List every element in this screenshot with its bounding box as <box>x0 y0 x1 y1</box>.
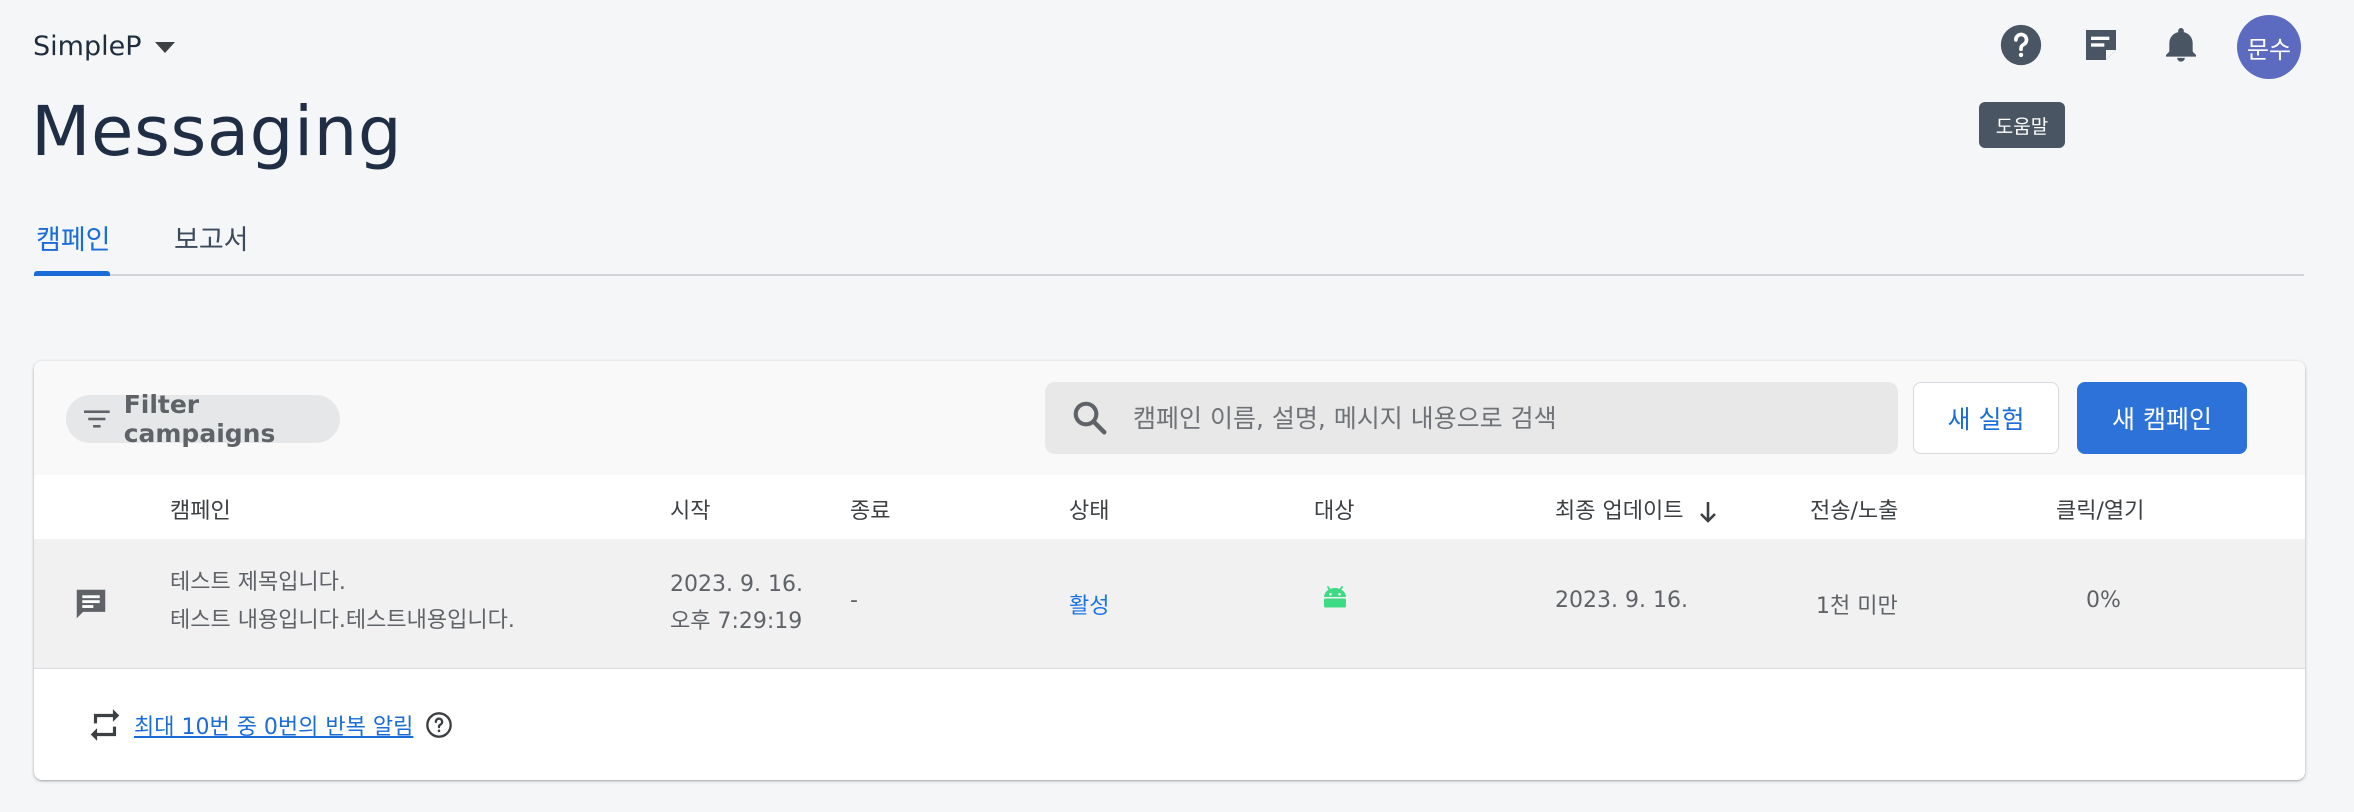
table-row[interactable]: 테스트 제목입니다. 테스트 내용입니다.테스트내용입니다. 2023. 9. … <box>34 539 2305 669</box>
help-button[interactable] <box>1996 20 2046 70</box>
message-icon <box>76 589 106 619</box>
campaign-body: 테스트 내용입니다.테스트내용입니다. <box>170 608 515 633</box>
new-experiment-button[interactable]: 새 실험 <box>1913 382 2059 454</box>
release-notes-button[interactable] <box>2076 20 2126 70</box>
header-campaign[interactable]: 캠페인 <box>170 493 231 525</box>
header-end[interactable]: 종료 <box>850 493 890 525</box>
tab-bar: 캠페인 보고서 <box>34 210 2304 276</box>
page-title: Messaging <box>31 92 403 172</box>
help-tooltip: 도움말 <box>1979 102 2065 148</box>
repeat-notifications-link[interactable]: 최대 10번 중 0번의 반복 알림 <box>134 709 413 741</box>
start-date: 2023. 9. 16. <box>670 572 803 597</box>
tab-reports-label: 보고서 <box>174 225 249 256</box>
start-time: 오후 7:29:19 <box>670 609 803 634</box>
campaigns-card: Filter campaigns 새 실험 새 캠페인 캠페인 시작 종료 상태… <box>34 361 2305 780</box>
avatar[interactable]: 문수 <box>2237 15 2301 79</box>
header-sends[interactable]: 전송/노출 <box>1810 493 1898 525</box>
filter-icon <box>84 410 110 428</box>
search-box[interactable] <box>1045 382 1898 454</box>
bell-icon <box>2166 28 2196 62</box>
active-tab-indicator <box>34 271 110 276</box>
table-footer: 최대 10번 중 0번의 반복 알림 <box>34 669 2305 780</box>
arrow-down-icon <box>1700 502 1717 523</box>
filter-label: Filter campaigns <box>123 390 276 448</box>
tab-campaigns[interactable]: 캠페인 <box>36 218 111 257</box>
search-icon <box>1073 401 1107 435</box>
help-icon <box>2000 24 2042 66</box>
table-header: 캠페인 시작 종료 상태 대상 최종 업데이트 전송/노출 클릭/열기 <box>34 475 2305 540</box>
tab-reports[interactable]: 보고서 <box>174 218 249 257</box>
sends-value: 1천 미만 <box>1816 594 1898 619</box>
filter-campaigns-chip[interactable]: Filter campaigns <box>66 390 340 448</box>
last-updated: 2023. 9. 16. <box>1555 588 1688 613</box>
new-campaign-button[interactable]: 새 캠페인 <box>2077 382 2247 454</box>
search-input[interactable] <box>1131 402 1895 434</box>
header-last-updated[interactable]: 최종 업데이트 <box>1555 493 1718 525</box>
table-toolbar: Filter campaigns 새 실험 새 캠페인 <box>34 361 2305 476</box>
top-bar-actions: 문수 <box>0 0 2354 92</box>
clicks-value: 0% <box>2086 588 2121 613</box>
end-date: - <box>850 588 858 613</box>
header-status[interactable]: 상태 <box>1069 493 1109 525</box>
header-last-updated-label: 최종 업데이트 <box>1555 499 1684 524</box>
header-target[interactable]: 대상 <box>1314 493 1354 525</box>
help-outline-icon[interactable] <box>425 711 453 739</box>
campaign-title: 테스트 제목입니다. <box>170 570 346 595</box>
notifications-button[interactable] <box>2156 20 2206 70</box>
feedback-icon <box>2086 30 2116 60</box>
status-badge: 활성 <box>1069 594 1110 619</box>
repeat-icon <box>90 708 120 741</box>
tab-campaigns-label: 캠페인 <box>36 225 111 256</box>
header-start[interactable]: 시작 <box>670 493 710 525</box>
avatar-initials: 문수 <box>2246 35 2292 64</box>
header-clicks[interactable]: 클릭/열기 <box>2056 493 2144 525</box>
android-icon <box>1324 586 1346 608</box>
